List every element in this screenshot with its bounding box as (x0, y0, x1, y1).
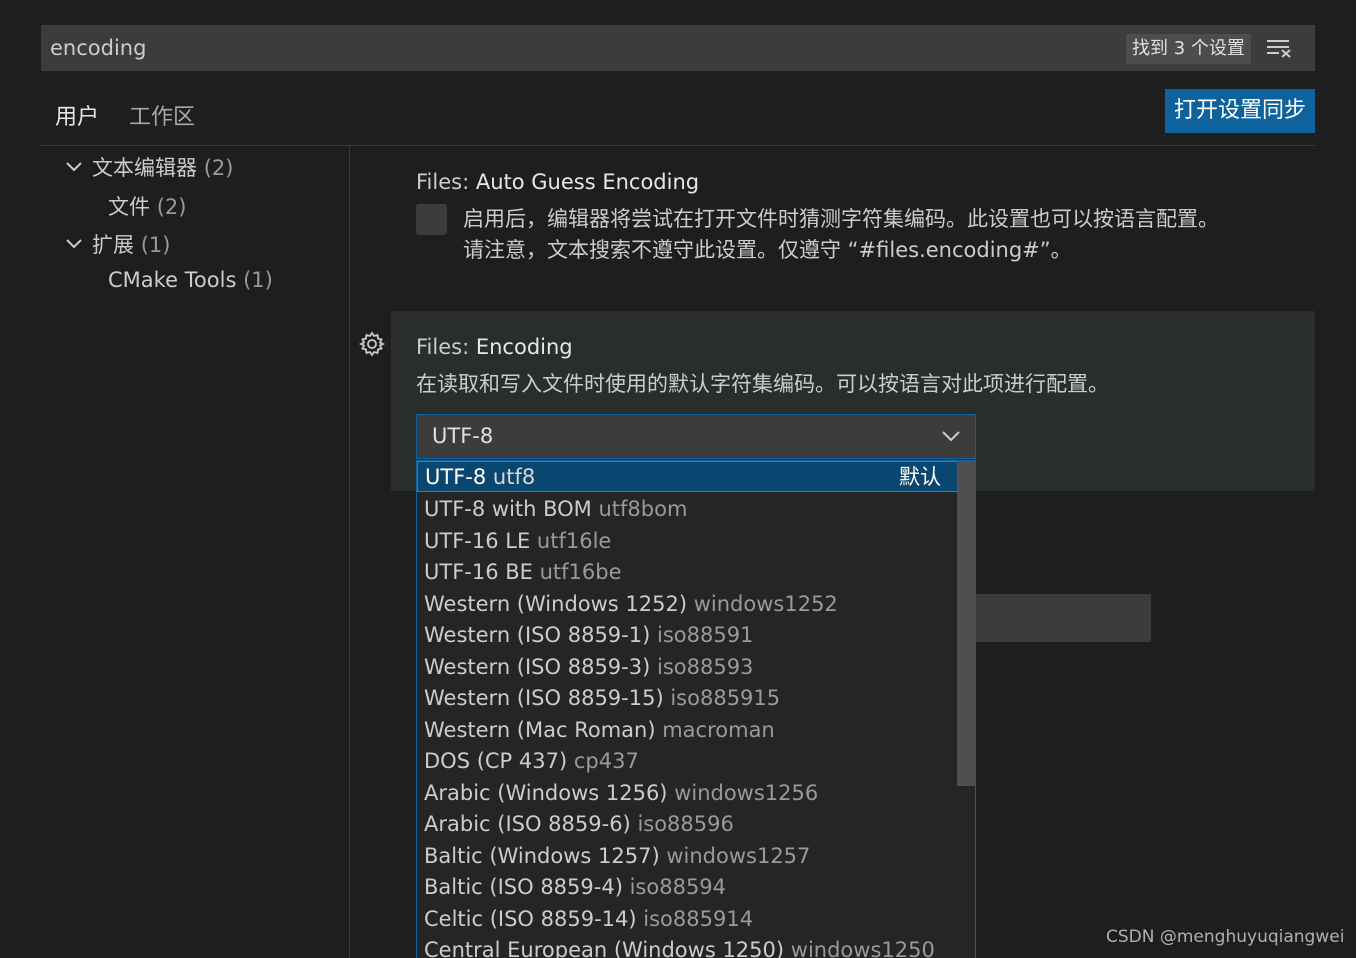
dropdown-option[interactable]: Arabic (ISO 8859-6) iso88596 (417, 809, 958, 840)
dropdown-option[interactable]: UTF-16 BE utf16be (417, 557, 958, 588)
toc-label: 文件 (108, 195, 150, 219)
toc-item-files[interactable]: 文件 (2) (108, 191, 186, 221)
setting-name: Encoding (475, 335, 573, 359)
setting-description-auto-guess: 启用后，编辑器将尝试在打开文件时猜测字符集编码。此设置也可以按语言配置。 请注意… (463, 204, 1219, 266)
setting-title-files-encoding: Files: Encoding (416, 335, 573, 359)
dropdown-option[interactable]: DOS (CP 437) cp437 (417, 746, 958, 777)
result-count-badge: 找到 3 个设置 (1126, 34, 1251, 64)
selected-value: UTF-8 (432, 424, 494, 448)
dropdown-option[interactable]: Central European (Windows 1250) windows1… (417, 935, 958, 958)
description-line: 请注意，文本搜索不遵守此设置。仅遵守 “#files.encoding#”。 (463, 238, 1072, 262)
dropdown-option[interactable]: UTF-8 with BOM utf8bom (417, 494, 958, 525)
settings-search-bar: 找到 3 个设置 (41, 25, 1315, 71)
tab-workspace[interactable]: 工作区 (129, 100, 195, 146)
toc-item-text-editor[interactable]: 文本编辑器 (2) (64, 152, 233, 182)
tab-user[interactable]: 用户 (41, 100, 115, 146)
encoding-dropdown-list: UTF-8 utf8 默认 UTF-8 with BOM utf8bom UTF-… (416, 460, 976, 958)
dropdown-option[interactable]: Celtic (ISO 8859-14) iso885914 (417, 904, 958, 935)
toc-label: 扩展 (92, 233, 134, 257)
setting-name: Auto Guess Encoding (475, 170, 700, 194)
tabs-divider (41, 145, 1315, 146)
dropdown-option[interactable]: Western (Mac Roman) macroman (417, 715, 958, 746)
setting-title-auto-guess-encoding: Files: Auto Guess Encoding (416, 170, 699, 194)
toc-item-cmake-tools[interactable]: CMake Tools (1) (108, 268, 273, 292)
dropdown-option[interactable]: UTF-8 utf8 默认 (417, 461, 958, 492)
dropdown-option[interactable]: UTF-16 LE utf16le (417, 526, 958, 557)
dropdown-option[interactable]: Arabic (Windows 1256) windows1256 (417, 778, 958, 809)
toc-count: (1) (140, 233, 171, 257)
setting-description-encoding: 在读取和写入文件时使用的默认字符集编码。可以按语言对此项进行配置。 (416, 372, 1109, 396)
filter-icon[interactable] (1265, 37, 1293, 59)
settings-search-input[interactable] (50, 34, 1110, 62)
dropdown-scrollbar[interactable] (957, 461, 975, 786)
watermark: CSDN @menghuyuqiangwei (1106, 927, 1345, 947)
toc-item-extensions[interactable]: 扩展 (1) (64, 229, 170, 259)
setting-input-behind-dropdown (976, 594, 1151, 642)
dropdown-option[interactable]: Western (Windows 1252) windows1252 (417, 589, 958, 620)
dropdown-option[interactable]: Western (ISO 8859-15) iso885915 (417, 683, 958, 714)
auto-guess-encoding-checkbox[interactable] (416, 204, 447, 235)
toc-count: (2) (203, 156, 234, 180)
default-tag: 默认 (899, 465, 941, 489)
toc-label: 文本编辑器 (92, 156, 197, 180)
chevron-down-icon (66, 162, 82, 172)
dropdown-option[interactable]: Western (ISO 8859-3) iso88593 (417, 652, 958, 683)
dropdown-option[interactable]: Western (ISO 8859-1) iso88591 (417, 620, 958, 651)
toc-divider (349, 146, 350, 958)
chevron-down-icon (942, 431, 960, 442)
gear-icon[interactable] (359, 331, 385, 357)
dropdown-option[interactable]: Baltic (Windows 1257) windows1257 (417, 841, 958, 872)
toc-count: (1) (243, 268, 273, 292)
encoding-select[interactable]: UTF-8 (416, 414, 976, 459)
setting-category: Files: (416, 170, 476, 194)
dropdown-option[interactable]: Baltic (ISO 8859-4) iso88594 (417, 872, 958, 903)
chevron-down-icon (66, 239, 82, 249)
toc-label: CMake Tools (108, 268, 237, 292)
description-line: 启用后，编辑器将尝试在打开文件时猜测字符集编码。此设置也可以按语言配置。 (463, 207, 1219, 231)
toc-count: (2) (156, 195, 187, 219)
open-settings-sync-button[interactable]: 打开设置同步 (1165, 89, 1315, 133)
setting-category: Files: (416, 335, 476, 359)
